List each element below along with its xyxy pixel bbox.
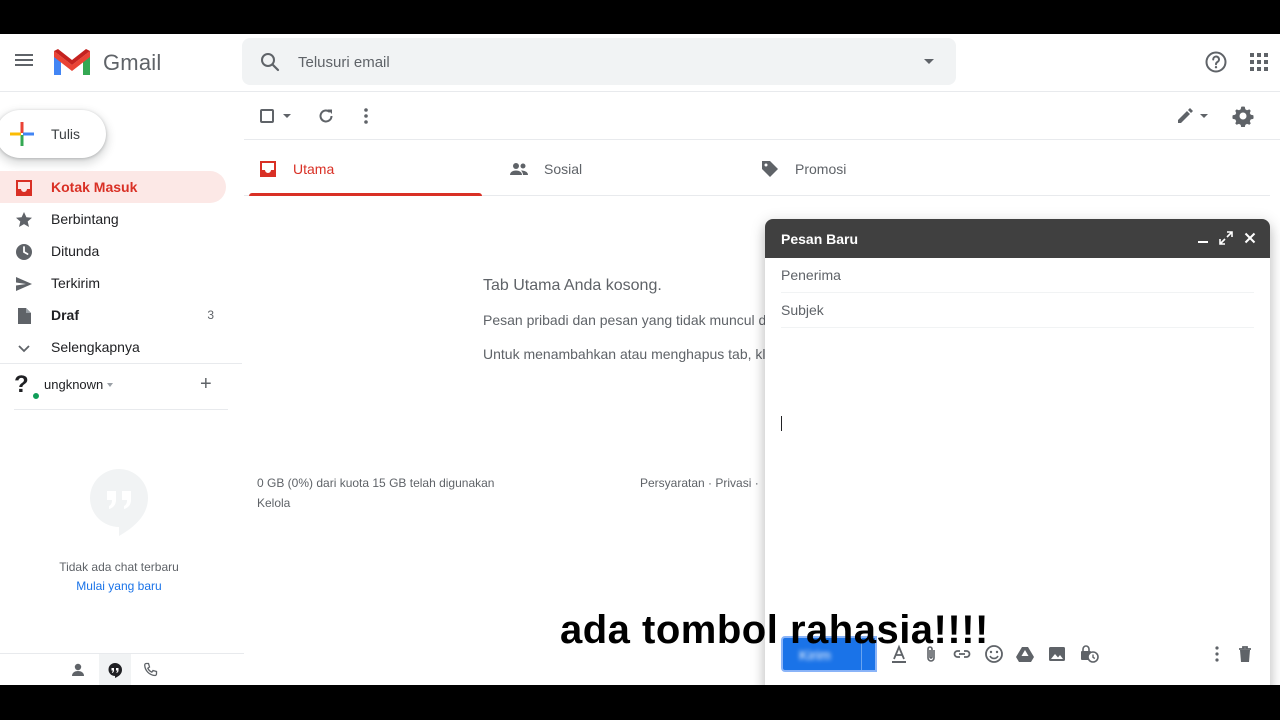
select-all-checkbox[interactable] bbox=[260, 109, 274, 123]
sidebar-item-more[interactable]: Selengkapnya bbox=[0, 331, 226, 363]
start-new-chat-link[interactable]: Mulai yang baru bbox=[0, 579, 238, 593]
gmail-logo bbox=[54, 49, 90, 75]
tab-label: Sosial bbox=[544, 161, 583, 177]
inbox-icon bbox=[16, 180, 32, 196]
category-tabs: Utama Sosial Promosi bbox=[244, 141, 1270, 196]
minimize-icon[interactable] bbox=[1195, 230, 1211, 246]
star-icon bbox=[16, 212, 32, 227]
insert-photo-icon[interactable] bbox=[1047, 644, 1067, 664]
refresh-icon[interactable] bbox=[316, 106, 336, 126]
discard-draft-trash-icon[interactable] bbox=[1235, 644, 1255, 664]
sidebar-item-snoozed[interactable]: Ditunda bbox=[0, 235, 226, 267]
input-tools-pen-icon[interactable] bbox=[1176, 106, 1210, 126]
hangouts-divider bbox=[14, 409, 228, 410]
terms-link[interactable]: Persyaratan bbox=[640, 476, 705, 490]
text-cursor bbox=[781, 416, 782, 431]
more-options-icon[interactable] bbox=[1207, 644, 1227, 664]
tab-promotions[interactable]: Promosi bbox=[746, 141, 984, 196]
settings-gear-icon[interactable] bbox=[1232, 105, 1254, 127]
send-icon bbox=[16, 277, 32, 291]
phone-icon bbox=[144, 662, 158, 677]
contacts-tab[interactable] bbox=[62, 654, 94, 685]
tab-primary[interactable]: Utama bbox=[244, 141, 482, 196]
footer-separator: · bbox=[754, 476, 759, 490]
confidential-mode-icon[interactable] bbox=[1079, 644, 1099, 664]
compose-label: Tulis bbox=[51, 126, 81, 142]
manage-storage-link[interactable]: Kelola bbox=[257, 496, 290, 510]
sidebar-item-label: Berbintang bbox=[51, 211, 119, 227]
clock-icon bbox=[16, 244, 32, 260]
hangouts-username: ungknown bbox=[44, 377, 104, 392]
google-drive-icon[interactable] bbox=[1015, 644, 1035, 664]
main-menu-button[interactable] bbox=[12, 51, 36, 75]
user-menu-caret-icon[interactable] bbox=[107, 383, 113, 387]
inbox-icon bbox=[260, 161, 276, 177]
fullscreen-icon[interactable] bbox=[1218, 230, 1234, 246]
search-input[interactable] bbox=[298, 50, 858, 74]
search-icon[interactable] bbox=[258, 50, 282, 74]
search-options-caret-icon[interactable] bbox=[924, 59, 934, 64]
tab-label: Utama bbox=[293, 161, 335, 177]
empty-inbox-description: Pesan pribadi dan pesan yang tidak muncu… bbox=[483, 312, 770, 328]
compose-header[interactable]: Pesan Baru bbox=[765, 219, 1270, 258]
message-toolbar bbox=[244, 92, 1280, 140]
person-icon bbox=[72, 663, 84, 676]
draft-icon bbox=[18, 308, 31, 324]
video-letterbox-bottom bbox=[0, 685, 1280, 720]
sidebar-item-sent[interactable]: Terkirim bbox=[0, 267, 226, 299]
sidebar-item-starred[interactable]: Berbintang bbox=[0, 203, 226, 235]
chat-bubble-icon bbox=[90, 469, 148, 536]
search-bar[interactable] bbox=[242, 38, 956, 85]
top-header: Gmail bbox=[0, 34, 1280, 92]
more-vert-icon[interactable] bbox=[356, 106, 376, 126]
apps-grid-icon[interactable] bbox=[1249, 52, 1269, 72]
draft-count-badge: 3 bbox=[207, 308, 214, 322]
chevron-down-icon bbox=[18, 345, 30, 353]
tab-social[interactable]: Sosial bbox=[495, 141, 733, 196]
close-icon[interactable] bbox=[1242, 230, 1258, 246]
app-name: Gmail bbox=[103, 50, 162, 75]
select-options-caret-icon[interactable] bbox=[283, 114, 291, 118]
video-caption: ada tombol rahasia!!!! bbox=[560, 608, 989, 652]
empty-inbox-title: Tab Utama Anda kosong. bbox=[483, 277, 662, 294]
phone-tab[interactable] bbox=[135, 654, 167, 685]
sidebar-item-drafts[interactable]: Draf 3 bbox=[0, 299, 226, 331]
sidebar-item-label: Selengkapnya bbox=[51, 339, 140, 355]
storage-quota-text: 0 GB (0%) dari kuota 15 GB telah digunak… bbox=[257, 476, 495, 490]
recipients-field[interactable] bbox=[781, 258, 1254, 293]
sidebar-item-label: Kotak Masuk bbox=[51, 179, 138, 195]
message-body[interactable] bbox=[781, 329, 1254, 629]
new-chat-plus-icon[interactable]: + bbox=[200, 374, 212, 394]
compose-button[interactable]: Tulis bbox=[0, 110, 106, 158]
online-status-dot bbox=[31, 391, 41, 401]
compose-title: Pesan Baru bbox=[781, 231, 859, 247]
sidebar-divider bbox=[0, 363, 242, 364]
gmail-screen: Gmail Tu bbox=[0, 34, 1280, 685]
hangouts-tab-bar bbox=[0, 653, 244, 685]
sidebar-item-label: Draf bbox=[51, 307, 80, 323]
plus-icon bbox=[10, 122, 34, 146]
tag-icon bbox=[762, 161, 778, 177]
tab-label: Promosi bbox=[795, 161, 847, 177]
footer-links: Persyaratan · Privasi · bbox=[640, 476, 759, 490]
help-icon[interactable] bbox=[1204, 50, 1228, 74]
hangouts-tab[interactable] bbox=[99, 654, 131, 685]
hangouts-user[interactable]: ? ungknown + bbox=[14, 370, 224, 404]
footer-separator: · bbox=[708, 476, 713, 490]
video-letterbox-top bbox=[0, 0, 1280, 34]
sidebar-nav: Kotak Masuk Berbintang Ditunda Terkirim bbox=[0, 171, 240, 363]
subject-field[interactable] bbox=[781, 293, 1254, 328]
sidebar-item-label: Terkirim bbox=[51, 275, 100, 291]
subject-input[interactable] bbox=[781, 293, 1254, 327]
hangouts-icon bbox=[108, 663, 122, 678]
sidebar-item-inbox[interactable]: Kotak Masuk bbox=[0, 171, 226, 203]
recipients-input[interactable] bbox=[781, 258, 1254, 292]
privacy-link[interactable]: Privasi bbox=[715, 476, 751, 490]
no-recent-chats-text: Tidak ada chat terbaru bbox=[59, 560, 179, 574]
people-icon bbox=[510, 163, 528, 175]
sidebar-item-label: Ditunda bbox=[51, 243, 100, 259]
empty-inbox-hint: Untuk menambahkan atau menghapus tab, kl… bbox=[483, 346, 769, 362]
